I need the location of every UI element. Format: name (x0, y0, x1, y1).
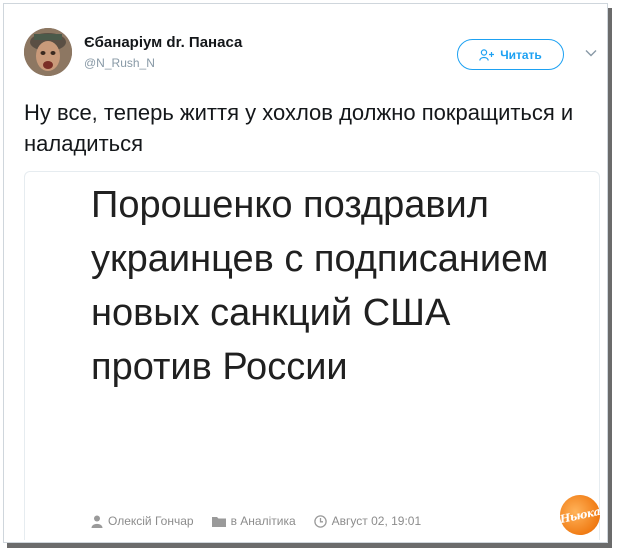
article-headline: Порошенко поздравил украинцев с подписан… (91, 184, 549, 388)
chevron-down-icon[interactable] (584, 46, 598, 60)
article-category: в Аналітика (211, 514, 296, 528)
avatar-photo-icon (24, 28, 72, 76)
watermark-text: Ньюка (558, 504, 602, 526)
add-user-icon (479, 48, 495, 61)
clock-icon (313, 514, 327, 528)
article-date-label: Август 02, 19:01 (331, 514, 422, 528)
article-author-name: Олексій Гончар (108, 514, 194, 528)
folder-icon (211, 516, 226, 527)
article-category-label: в Аналітика (230, 514, 296, 528)
user-icon (91, 515, 103, 528)
author-display-name[interactable]: Єбанаріум dr. Панаса (84, 34, 242, 51)
link-card[interactable]: Порошенко поздравил украинцев с подписан… (24, 171, 600, 540)
avatar[interactable] (24, 28, 72, 76)
tweet-text: Ну все, теперь життя у хохлов должно пок… (24, 100, 574, 156)
author-handle[interactable]: @N_Rush_N (84, 56, 155, 70)
tweet-card: Єбанаріум dr. Панаса @N_Rush_N Читать Ну… (3, 3, 608, 543)
article-meta: Олексій Гончар в Аналітика Август 02, 19… (91, 514, 439, 528)
follow-button-label: Читать (500, 47, 542, 62)
follow-button[interactable]: Читать (457, 39, 564, 70)
article-date: Август 02, 19:01 (313, 514, 422, 528)
article-author: Олексій Гончар (91, 514, 194, 528)
